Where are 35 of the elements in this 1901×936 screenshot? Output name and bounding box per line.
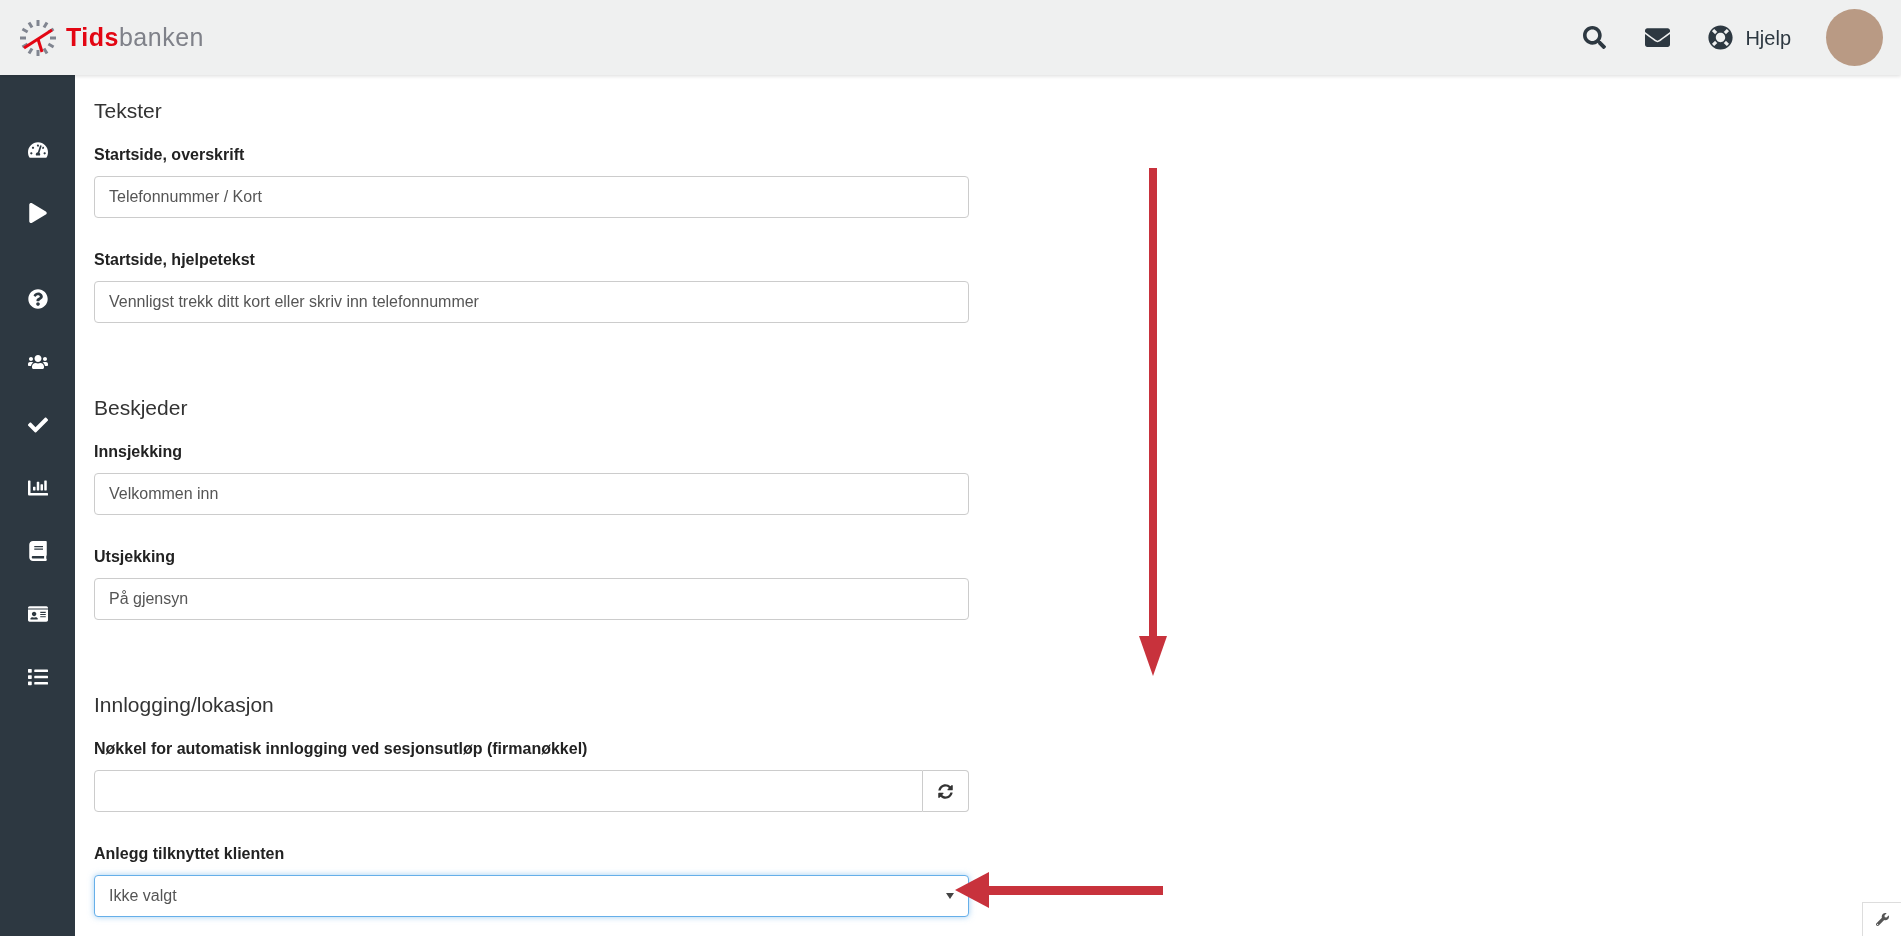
bar-chart-icon[interactable]	[27, 478, 48, 498]
field-label: Innsjekking	[94, 442, 184, 462]
field-label: Nøkkel for automatisk innlogging ved sesjonsutløp (firmanøkkel)	[94, 739, 589, 759]
field-label: Startside, hjelpetekst	[94, 250, 256, 270]
play-icon[interactable]	[27, 203, 48, 223]
book-icon[interactable]	[27, 541, 48, 561]
help-icon[interactable]	[27, 289, 48, 309]
mail-icon[interactable]	[1645, 25, 1671, 50]
settings-wrench-button[interactable]	[1862, 902, 1901, 936]
text-field[interactable]: Telefonnummer / Kort	[94, 176, 969, 218]
section-title: Beskjeder	[94, 395, 189, 421]
text-field[interactable]: Velkommen inn	[94, 473, 969, 515]
search-icon[interactable]	[1583, 26, 1607, 49]
logo-text: Tidsbanken	[66, 21, 204, 53]
text-field[interactable]: Vennligst trekk ditt kort eller skriv inn telefonnummer	[94, 281, 969, 323]
field-label: Anlegg tilknyttet klienten	[94, 844, 286, 864]
clock-logo-icon	[18, 17, 58, 58]
wrench-icon	[1875, 913, 1889, 926]
users-icon[interactable]	[27, 352, 48, 372]
caret-icon	[946, 893, 954, 899]
field-label: Startside, overskrift	[94, 145, 246, 165]
section-title: Innlogging/lokasjon	[94, 692, 275, 718]
refresh-button[interactable]	[923, 770, 969, 812]
dashboard-icon[interactable]	[27, 140, 48, 160]
id-card-icon[interactable]	[27, 604, 48, 624]
select-field[interactable]: Ikke valgt	[94, 875, 969, 917]
refresh-icon	[938, 783, 953, 799]
help-link[interactable]: Hjelp	[1708, 22, 1791, 53]
check-icon[interactable]	[27, 415, 48, 435]
text-field[interactable]	[94, 770, 923, 812]
list-icon[interactable]	[27, 667, 48, 687]
text-field[interactable]: På gjensyn	[94, 578, 969, 620]
field-label: Utsjekking	[94, 547, 176, 567]
lifebuoy-icon	[1708, 25, 1734, 50]
section-title: Tekster	[94, 98, 163, 124]
